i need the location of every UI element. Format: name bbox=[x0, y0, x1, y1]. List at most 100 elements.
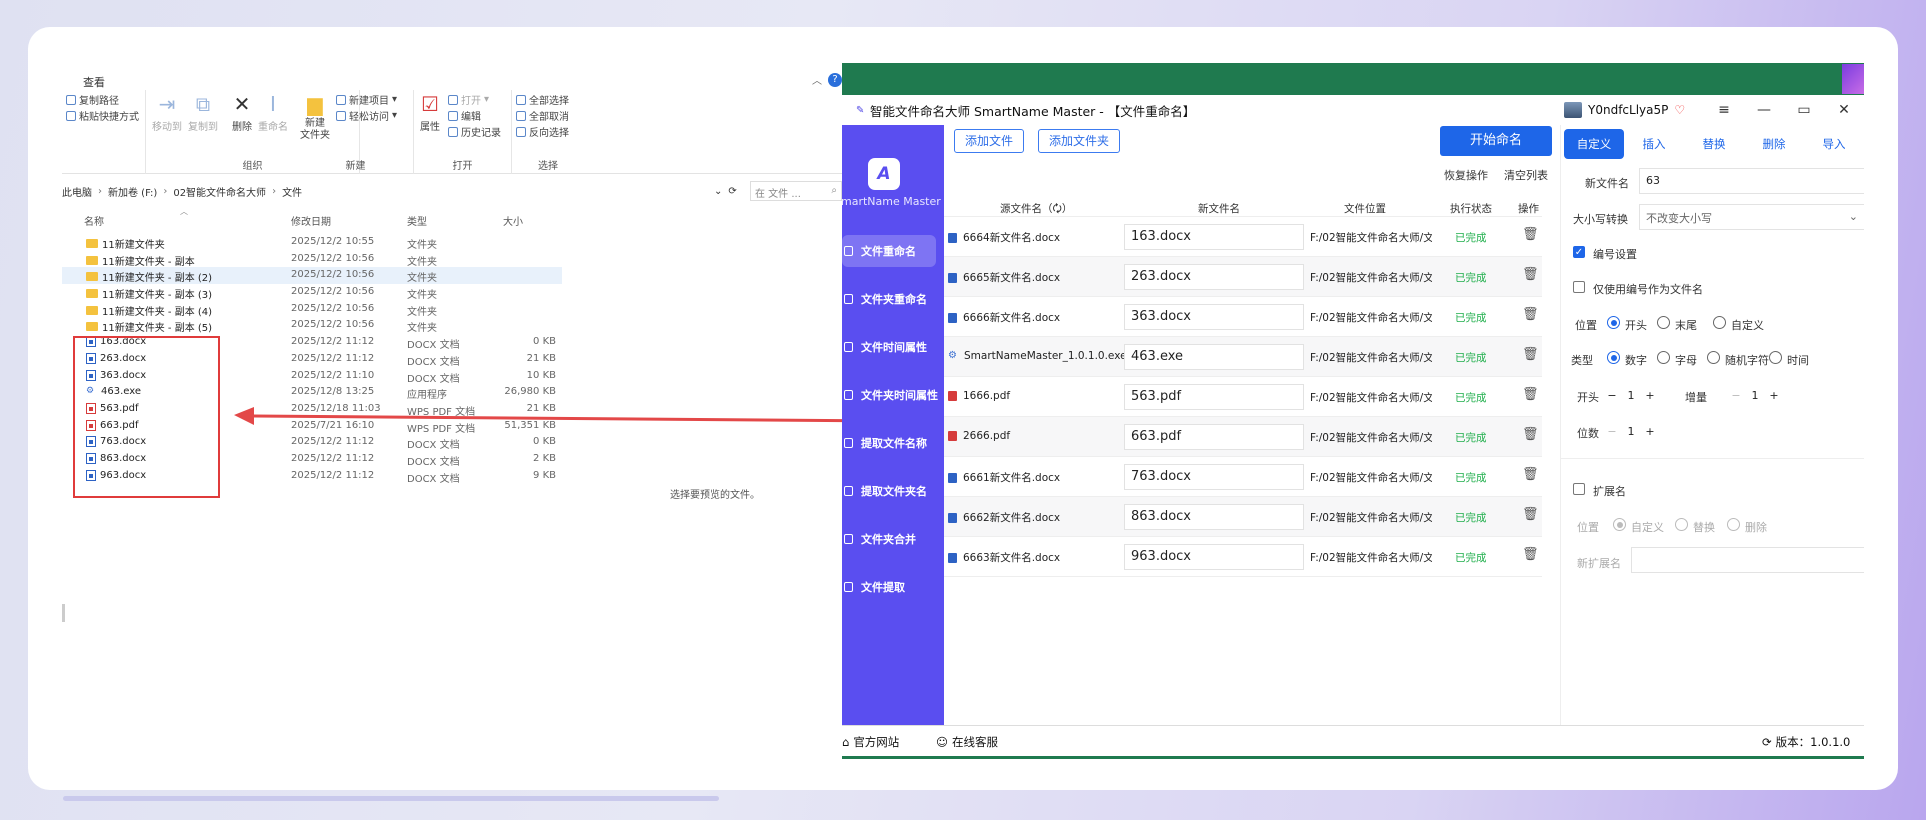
step-stepper[interactable]: −1 + bbox=[1727, 383, 1783, 407]
sidebar-item-2[interactable]: 文件时间属性 bbox=[842, 331, 944, 363]
column-type[interactable]: 类型 bbox=[407, 213, 427, 228]
pos-custom-radio[interactable] bbox=[1713, 316, 1726, 329]
case-select[interactable]: 不改变大小写 ⌄ bbox=[1639, 204, 1864, 230]
history-button[interactable]: 历史记录 bbox=[448, 124, 501, 139]
column-size[interactable]: 大小 bbox=[503, 213, 523, 228]
plus-icon[interactable]: + bbox=[1765, 389, 1783, 402]
trash-icon[interactable]: 🗑 bbox=[1522, 547, 1539, 562]
sidebar-item-4[interactable]: 提取文件名称 bbox=[842, 427, 944, 459]
website-link[interactable]: ⌂ 官方网站 bbox=[842, 734, 899, 750]
address-bar[interactable]: 此电脑 › 新加卷 (F:) › 02智能文件命名大师 › 文件 ⌄ ⟳ 在 文件 .… bbox=[62, 180, 842, 202]
new-name-field[interactable]: 963.docx bbox=[1124, 544, 1304, 570]
extension-checkbox[interactable] bbox=[1573, 483, 1585, 495]
new-name-field[interactable]: 563.pdf bbox=[1124, 384, 1304, 410]
properties-button[interactable]: ☑ 属性 bbox=[418, 92, 442, 133]
breadcrumb-item[interactable]: 此电脑 bbox=[62, 184, 92, 199]
trash-icon[interactable]: 🗑 bbox=[1522, 467, 1539, 482]
panel-tab-4[interactable]: 导入 bbox=[1804, 129, 1864, 159]
panel-tab-1[interactable]: 插入 bbox=[1624, 129, 1684, 159]
table-row[interactable]: 6664新文件名.docx 163.docx F:/02智能文件命名大师/文件 已完成… bbox=[944, 217, 1542, 257]
ext-replace-radio[interactable] bbox=[1675, 518, 1688, 531]
new-name-field[interactable]: 163.docx bbox=[1124, 224, 1304, 250]
type-time-radio[interactable] bbox=[1769, 351, 1782, 364]
type-number-radio[interactable] bbox=[1607, 351, 1620, 364]
type-random-radio[interactable] bbox=[1707, 351, 1720, 364]
file-row[interactable]: 11新建文件夹 - 副本 (4) 2025/12/2 10:56 文件夹 bbox=[62, 301, 562, 318]
sidebar-item-6[interactable]: 文件夹合并 bbox=[842, 523, 944, 555]
table-row[interactable]: 1666.pdf 563.pdf F:/02智能文件命名大师/文件 已完成 🗑 bbox=[944, 377, 1542, 417]
select-all-button[interactable]: 全部选择 bbox=[516, 92, 569, 107]
avatar[interactable] bbox=[1564, 102, 1582, 118]
copy-path-button[interactable]: 复制路径 bbox=[66, 92, 119, 107]
new-name-field[interactable]: 363.docx bbox=[1124, 304, 1304, 330]
panel-tab-2[interactable]: 替换 bbox=[1684, 129, 1744, 159]
only-number-checkbox[interactable] bbox=[1573, 281, 1585, 293]
panel-tab-0[interactable]: 自定义 bbox=[1564, 129, 1624, 159]
start-rename-button[interactable]: 开始命名 bbox=[1440, 126, 1552, 156]
move-to-button[interactable]: ⇥ 移动到 bbox=[152, 92, 182, 133]
collapse-ribbon-icon[interactable]: ︿ bbox=[812, 72, 822, 87]
column-name[interactable]: 名称 bbox=[84, 213, 104, 228]
clear-list-button[interactable]: 清空列表 bbox=[1504, 167, 1548, 183]
help-icon[interactable]: ? bbox=[828, 72, 842, 87]
table-row[interactable]: 2666.pdf 663.pdf F:/02智能文件命名大师/文件 已完成 🗑 bbox=[944, 417, 1542, 457]
type-letter-radio[interactable] bbox=[1657, 351, 1670, 364]
menu-icon[interactable]: ≡ bbox=[1704, 102, 1744, 118]
user-area[interactable]: Y0ndfcLlya5P ♡ bbox=[1564, 95, 1685, 125]
table-row[interactable]: 6661新文件名.docx 763.docx F:/02智能文件命名大师/文件 已完成… bbox=[944, 457, 1542, 497]
table-row[interactable]: 6662新文件名.docx 863.docx F:/02智能文件命名大师/文件 已完成… bbox=[944, 497, 1542, 537]
open-button[interactable]: 打开 ▾ bbox=[448, 92, 489, 107]
ext-custom-radio[interactable] bbox=[1613, 518, 1626, 531]
pos-start-radio[interactable] bbox=[1607, 316, 1620, 329]
minimize-icon[interactable]: — bbox=[1744, 102, 1784, 118]
trash-icon[interactable]: 🗑 bbox=[1522, 267, 1539, 282]
sidebar-item-3[interactable]: 文件夹时间属性 bbox=[842, 379, 944, 411]
trash-icon[interactable]: 🗑 bbox=[1522, 387, 1539, 402]
sidebar-item-0[interactable]: 文件重命名 bbox=[842, 235, 936, 267]
search-input[interactable]: 在 文件 ... ⌕ bbox=[750, 181, 842, 201]
minus-icon[interactable]: − bbox=[1603, 389, 1621, 402]
new-name-field[interactable]: 663.pdf bbox=[1124, 424, 1304, 450]
minus-icon[interactable]: − bbox=[1603, 425, 1621, 438]
rename-button[interactable]: Ⅰ 重命名 bbox=[258, 92, 288, 133]
new-name-field[interactable]: 263.docx bbox=[1124, 264, 1304, 290]
file-row[interactable]: 11新建文件夹 2025/12/2 10:55 文件夹 bbox=[62, 234, 562, 251]
start-stepper[interactable]: −1 + bbox=[1603, 383, 1659, 407]
maximize-icon[interactable]: ▭ bbox=[1784, 102, 1824, 118]
add-file-button[interactable]: 添加文件 bbox=[954, 129, 1025, 153]
new-name-field[interactable]: 463.exe bbox=[1124, 344, 1304, 370]
new-ext-input[interactable] bbox=[1631, 547, 1864, 573]
edit-button[interactable]: 编辑 bbox=[448, 108, 481, 123]
sidebar-item-7[interactable]: 文件提取 bbox=[842, 571, 944, 603]
new-folder-button[interactable]: ▆ 新建 文件夹 bbox=[300, 92, 330, 142]
sidebar-item-1[interactable]: 文件夹重命名 bbox=[842, 283, 944, 315]
trash-icon[interactable]: 🗑 bbox=[1522, 427, 1539, 442]
new-name-field[interactable]: 863.docx bbox=[1124, 504, 1304, 530]
restore-button[interactable]: 恢复操作 bbox=[1444, 167, 1488, 183]
numbering-checkbox[interactable]: ✓ bbox=[1573, 246, 1585, 258]
table-row[interactable]: 6665新文件名.docx 263.docx F:/02智能文件命名大师/文件 已完成… bbox=[944, 257, 1542, 297]
trash-icon[interactable]: 🗑 bbox=[1522, 347, 1539, 362]
paste-shortcut-button[interactable]: 粘贴快捷方式 bbox=[66, 108, 139, 123]
breadcrumb-item[interactable]: 新加卷 (F:) bbox=[108, 184, 157, 199]
table-row[interactable]: 6663新文件名.docx 963.docx F:/02智能文件命名大师/文件 已完成… bbox=[944, 537, 1542, 577]
ext-delete-radio[interactable] bbox=[1727, 518, 1740, 531]
trash-icon[interactable]: 🗑 bbox=[1522, 227, 1539, 242]
file-row[interactable]: 11新建文件夹 - 副本 2025/12/2 10:56 文件夹 bbox=[62, 251, 562, 268]
delete-button[interactable]: ✕ 删除 bbox=[230, 92, 254, 133]
file-row[interactable]: 11新建文件夹 - 副本 (3) 2025/12/2 10:56 文件夹 bbox=[62, 284, 562, 301]
select-none-button[interactable]: 全部取消 bbox=[516, 108, 569, 123]
breadcrumb-item[interactable]: 文件 bbox=[282, 184, 302, 199]
copy-to-button[interactable]: ⧉ 复制到 bbox=[188, 92, 218, 133]
trash-icon[interactable]: 🗑 bbox=[1522, 507, 1539, 522]
digits-stepper[interactable]: −1 + bbox=[1603, 419, 1659, 443]
new-name-input[interactable]: 63 bbox=[1639, 168, 1864, 194]
breadcrumb-item[interactable]: 02智能文件命名大师 bbox=[173, 184, 266, 199]
ribbon-tab-view[interactable]: 查看 bbox=[83, 74, 105, 90]
pos-end-radio[interactable] bbox=[1657, 316, 1670, 329]
table-row[interactable]: 6666新文件名.docx 363.docx F:/02智能文件命名大师/文件 已完成… bbox=[944, 297, 1542, 337]
invert-selection-button[interactable]: 反向选择 bbox=[516, 124, 569, 139]
support-link[interactable]: ☺ 在线客服 bbox=[936, 734, 998, 750]
file-row[interactable]: 11新建文件夹 - 副本 (2) 2025/12/2 10:56 文件夹 bbox=[62, 267, 562, 284]
trash-icon[interactable]: 🗑 bbox=[1522, 307, 1539, 322]
